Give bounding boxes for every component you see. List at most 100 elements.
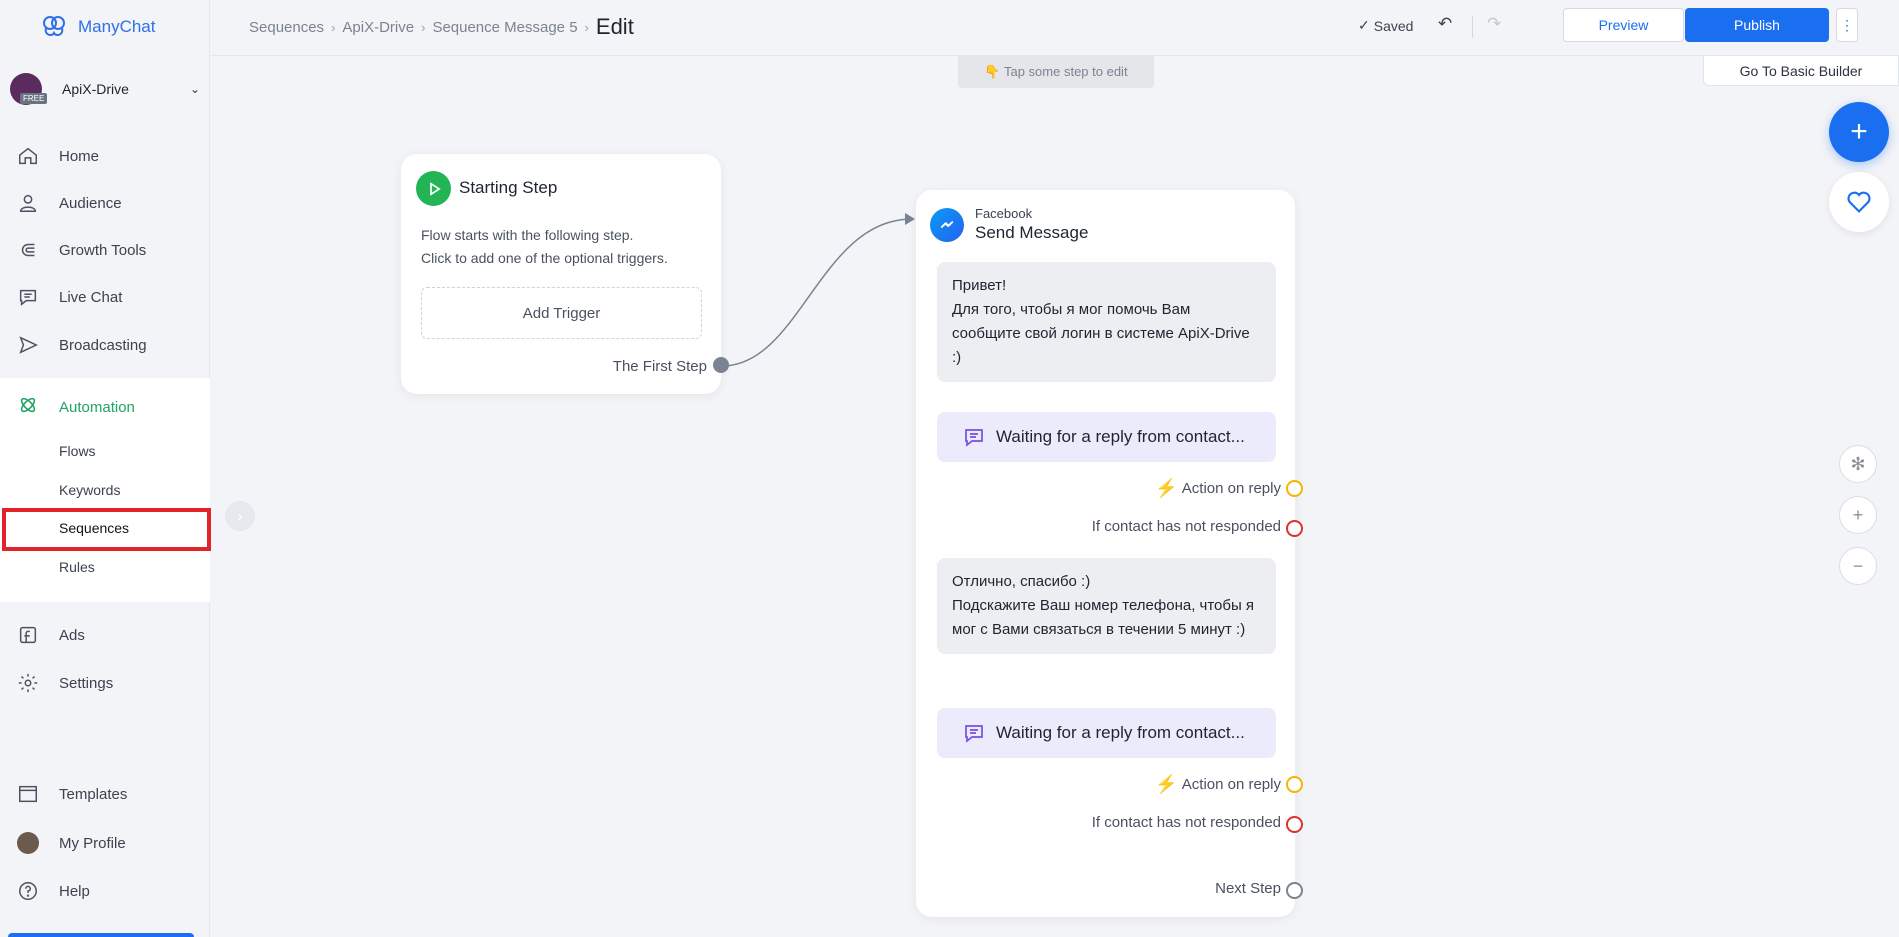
starting-step-card[interactable]: Starting Step Flow starts with the follo… [401,154,721,394]
help-icon [17,880,39,902]
collapse-sidebar-button[interactable]: › [225,501,255,531]
action-label: Action on reply [1181,776,1281,793]
waiting-label: Waiting for a reply from contact... [996,723,1245,742]
atom-icon [17,394,39,420]
sidebar-item-label: Growth Tools [59,241,147,259]
top-bar: Sequences › ApiX-Drive › Sequence Messag… [210,0,1899,56]
card-title: Starting Step [459,178,558,197]
zoom-out-button[interactable]: − [1839,547,1877,585]
edit-hint: 👇 Tap some step to edit [958,56,1154,88]
basic-builder-button[interactable]: Go To Basic Builder [1703,56,1899,86]
favorites-button[interactable] [1829,172,1889,232]
message-text: Привет! [952,277,1007,294]
plan-badge: FREE [20,93,48,104]
undo-icon[interactable]: ↶ [1438,14,1452,34]
check-icon: ✓ [1358,17,1370,33]
chevron-right-icon: › [584,19,589,35]
add-trigger-button[interactable]: Add Trigger [421,287,702,339]
account-avatar: FREE [10,73,48,105]
sidebar-item-label: My Profile [59,834,126,852]
magic-wand-icon: ✻ [1850,453,1866,474]
more-options-button[interactable]: ⋮ [1836,8,1858,42]
send-message-card[interactable]: Facebook Send Message Привет! Для того, … [916,190,1295,917]
message-bubble[interactable]: Привет! Для того, чтобы я мог помочь Вам… [937,262,1276,382]
waiting-reply-block[interactable]: Waiting for a reply from contact... [937,708,1276,758]
add-step-button[interactable]: + [1829,102,1889,162]
sidebar-item-ads[interactable]: Ads [0,618,210,652]
action-label: Action on reply [1181,480,1281,497]
sidebar-item-label: Live Chat [59,288,123,306]
sidebar-item-home[interactable]: Home [0,139,210,173]
account-name: ApiX-Drive [62,81,129,97]
waiting-reply-block[interactable]: Waiting for a reply from contact... [937,412,1276,462]
sidebar-subitem-keywords[interactable]: Keywords [59,482,120,498]
chevron-down-icon: ⌄ [189,82,200,96]
next-step-port[interactable] [1286,882,1303,899]
sidebar-item-label: Help [59,882,90,900]
action-on-reply-row: ⚡ Action on reply [1155,774,1281,795]
chevron-right-icon: › [237,507,243,525]
sidebar-item-templates[interactable]: Templates [0,777,210,811]
play-icon [416,171,451,206]
person-icon [17,192,39,214]
first-step-label: The First Step [612,358,707,375]
message-bubble[interactable]: Отлично, спасибо :) Подскажите Ваш номер… [937,558,1276,654]
preview-button[interactable]: Preview [1563,8,1684,42]
message-text: Подскажите Ваш номер телефона, чтобы я м… [952,597,1255,638]
sidebar-item-automation[interactable]: Automation [0,392,210,422]
automation-section: Automation Flows Keywords Sequences Rule… [0,378,210,602]
sidebar-item-audience[interactable]: Audience [0,186,210,220]
sidebar-item-label: Audience [59,194,122,212]
action-on-reply-port[interactable] [1286,480,1303,497]
sidebar-item-growth-tools[interactable]: Growth Tools [0,233,210,267]
zoom-in-button[interactable]: + [1839,496,1877,534]
lightning-icon: ⚡ [1155,774,1178,794]
no-response-port[interactable] [1286,520,1303,537]
gear-icon [17,672,39,694]
sidebar-item-help[interactable]: Help [0,874,210,908]
breadcrumb-item[interactable]: Sequence Message 5 [432,19,577,36]
save-status-label: Saved [1373,17,1414,34]
messenger-icon [930,208,964,242]
chat-bubble-icon [965,429,983,447]
sidebar-subitem-rules[interactable]: Rules [59,559,95,575]
chat-bubble-icon [965,725,983,743]
manychat-logo[interactable]: ManyChat [38,12,155,42]
upgrade-button[interactable] [8,933,194,937]
divider [1472,16,1473,38]
sidebar: ManyChat FREE ApiX-Drive ⌄ Home Audience… [0,0,210,937]
next-step-row: Next Step [1215,880,1281,897]
no-response-label: If contact has not responded [1091,814,1281,831]
action-on-reply-port[interactable] [1286,776,1303,793]
templates-icon [17,783,39,805]
message-text: Для того, чтобы я мог помочь Вам сообщит… [952,301,1250,366]
magic-wand-button[interactable]: ✻ [1839,445,1877,483]
publish-button[interactable]: Publish [1685,8,1829,42]
avatar [17,832,39,854]
sidebar-item-label: Automation [59,398,135,416]
description-line: Flow starts with the following step. [421,227,634,243]
breadcrumb-item[interactable]: Sequences [249,19,324,36]
sidebar-item-label: Home [59,147,100,165]
no-response-port[interactable] [1286,816,1303,833]
sidebar-item-my-profile[interactable]: My Profile [0,826,210,860]
redo-icon[interactable]: ↷ [1487,14,1501,34]
heart-icon [1847,191,1871,213]
manychat-logo-icon [43,16,65,37]
sidebar-subitem-flows[interactable]: Flows [59,443,96,459]
sidebar-item-live-chat[interactable]: Live Chat [0,280,210,314]
account-switcher[interactable]: FREE ApiX-Drive ⌄ [10,72,202,106]
no-response-row: If contact has not responded [1092,518,1281,535]
first-step-connector[interactable] [713,357,729,373]
sidebar-item-label: Ads [59,626,85,644]
plus-icon: + [1852,504,1864,525]
minus-icon: − [1852,555,1864,576]
channel-label: Facebook [975,206,1033,221]
sidebar-item-broadcasting[interactable]: Broadcasting [0,328,210,362]
breadcrumb-item[interactable]: ApiX-Drive [342,19,414,36]
no-response-row: If contact has not responded [1092,814,1281,831]
sidebar-item-settings[interactable]: Settings [0,666,210,700]
save-status: ✓ Saved [1358,17,1413,34]
send-icon [17,334,39,356]
lightning-icon: ⚡ [1155,478,1178,498]
